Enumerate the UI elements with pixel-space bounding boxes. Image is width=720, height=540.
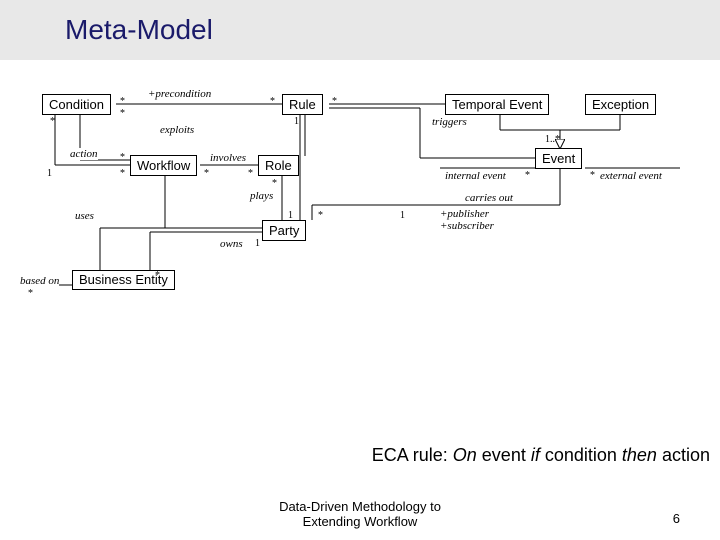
assoc-plays: plays <box>250 190 273 202</box>
assoc-precondition: +precondition <box>148 88 211 100</box>
mult: * <box>28 288 33 299</box>
assoc-uses: uses <box>75 210 94 222</box>
eca-rule-text: ECA rule: On event if condition then act… <box>372 445 710 466</box>
mult: * <box>525 170 530 181</box>
assoc-subscriber: +subscriber <box>440 220 494 232</box>
assoc-carries-out: carries out <box>465 192 513 204</box>
mult: * <box>120 152 125 163</box>
entity-role: Role <box>258 155 299 176</box>
assoc-owns: owns <box>220 238 243 250</box>
eca-event: event <box>477 445 531 465</box>
mult: 1 <box>288 210 293 221</box>
assoc-publisher: +publisher <box>440 208 489 220</box>
eca-then: then <box>622 445 657 465</box>
entity-exception: Exception <box>585 94 656 115</box>
entity-party: Party <box>262 220 306 241</box>
mult: * <box>120 168 125 179</box>
footer-line2: Extending Workflow <box>0 514 720 530</box>
assoc-external-event: external event <box>600 170 662 182</box>
entity-workflow: Workflow <box>130 155 197 176</box>
mult: * <box>270 96 275 107</box>
assoc-involves: involves <box>210 152 246 164</box>
mult: * <box>318 210 323 221</box>
assoc-internal-event: internal event <box>445 170 506 182</box>
entity-condition: Condition <box>42 94 111 115</box>
title-bar: Meta-Model <box>0 0 720 60</box>
uml-diagram: Condition Rule Temporal Event Exception … <box>0 60 720 400</box>
assoc-based-on: based on <box>20 275 59 287</box>
entity-rule: Rule <box>282 94 323 115</box>
mult: * <box>120 108 125 119</box>
mult: * <box>332 96 337 107</box>
mult: * <box>204 168 209 179</box>
footer-line1: Data-Driven Methodology to <box>0 499 720 515</box>
footer: Data-Driven Methodology to Extending Wor… <box>0 499 720 530</box>
page-number: 6 <box>673 511 680 526</box>
mult: * <box>120 96 125 107</box>
mult: * <box>155 270 160 281</box>
entity-temporal-event: Temporal Event <box>445 94 549 115</box>
eca-on: On <box>453 445 477 465</box>
mult: * <box>272 178 277 189</box>
mult: * <box>50 116 55 127</box>
mult: 1 <box>47 168 52 179</box>
assoc-exploits: exploits <box>160 124 194 136</box>
mult: 1 <box>400 210 405 221</box>
mult: 1..* <box>545 134 560 145</box>
mult: 1 <box>255 238 260 249</box>
mult: * <box>248 168 253 179</box>
eca-prefix: ECA rule: <box>372 445 453 465</box>
assoc-action: action <box>70 148 98 160</box>
assoc-triggers: triggers <box>432 116 467 128</box>
eca-condition: condition <box>540 445 622 465</box>
eca-if: if <box>531 445 540 465</box>
mult: 1 <box>294 116 299 127</box>
page-title: Meta-Model <box>65 14 213 46</box>
entity-event: Event <box>535 148 582 169</box>
eca-action: action <box>657 445 710 465</box>
mult: * <box>590 170 595 181</box>
